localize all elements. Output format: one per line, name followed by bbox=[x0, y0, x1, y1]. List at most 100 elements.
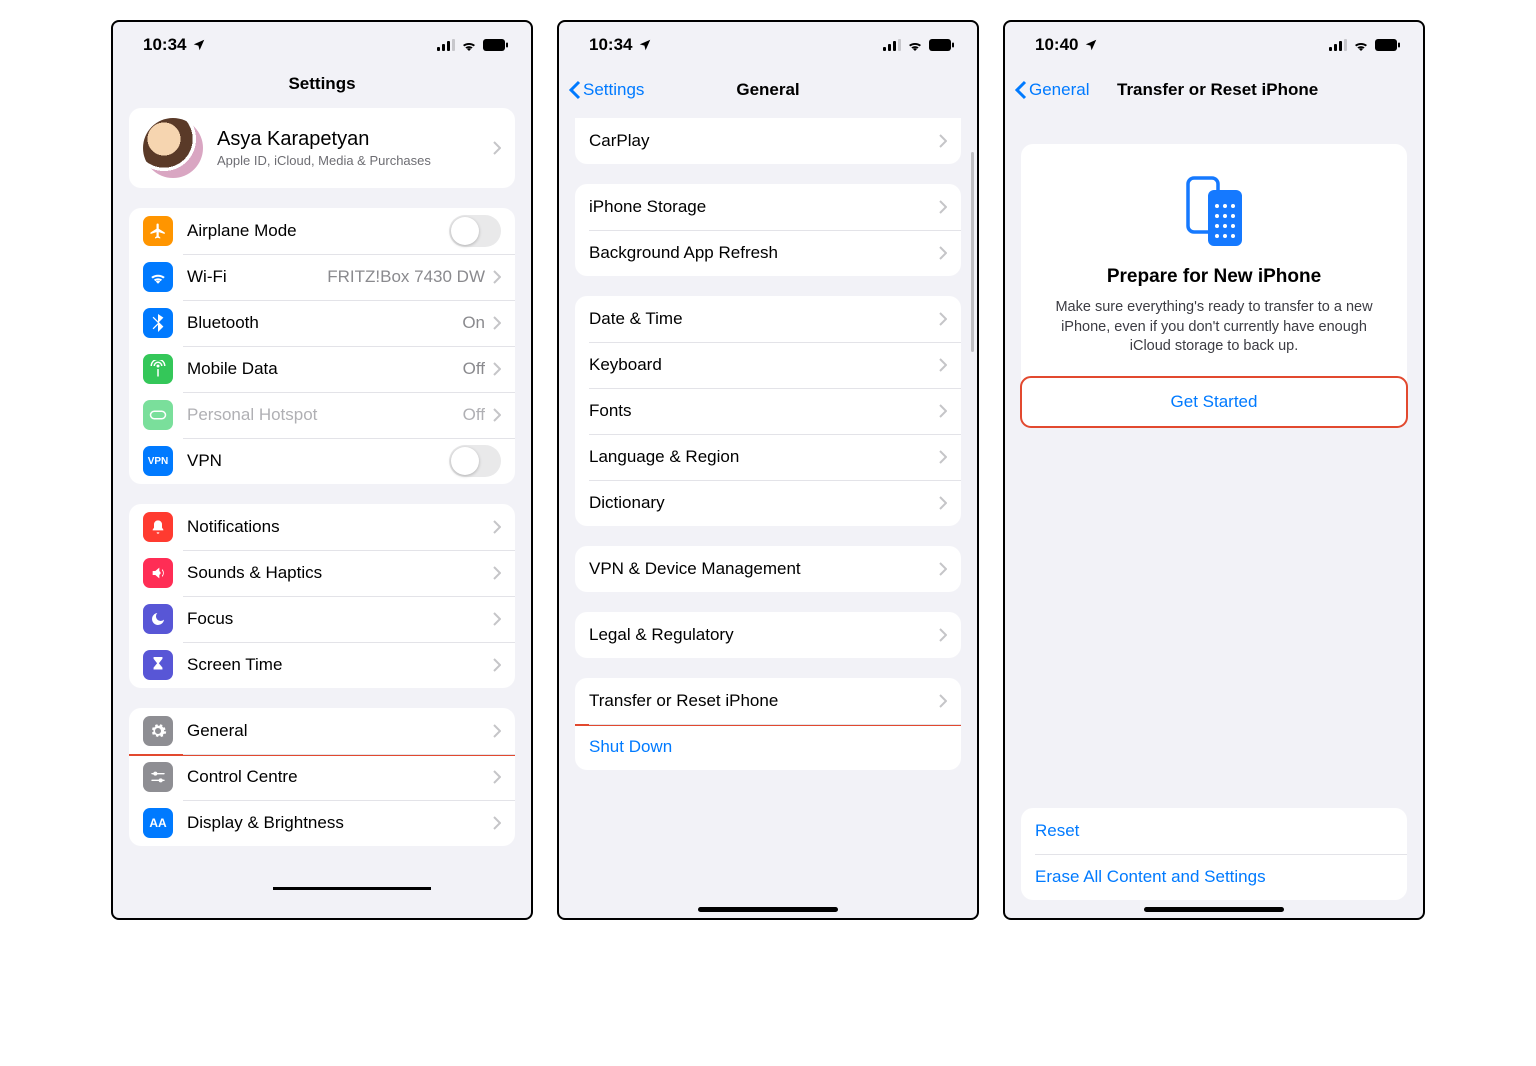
row-date-time[interactable]: Date & Time bbox=[575, 296, 961, 342]
row-screen-time[interactable]: Screen Time bbox=[129, 642, 515, 688]
wifi-icon bbox=[907, 39, 923, 51]
row-shut-down[interactable]: Shut Down bbox=[575, 724, 961, 770]
back-label: General bbox=[1029, 80, 1089, 100]
back-button[interactable]: Settings bbox=[569, 80, 644, 100]
toggle[interactable] bbox=[449, 445, 501, 477]
chevron-right-icon bbox=[939, 200, 947, 214]
row-display-brightness[interactable]: AA Display & Brightness bbox=[129, 800, 515, 846]
row-notifications[interactable]: Notifications bbox=[129, 504, 515, 550]
row-label: General bbox=[187, 721, 493, 741]
row-label: Bluetooth bbox=[187, 313, 462, 333]
group-storage: iPhone Storage Background App Refresh bbox=[575, 184, 961, 276]
chevron-left-icon bbox=[1015, 80, 1027, 100]
row-label: Keyboard bbox=[589, 355, 939, 375]
card-body: Make sure everything's ready to transfer… bbox=[1041, 298, 1387, 357]
chevron-right-icon bbox=[939, 496, 947, 510]
row-legal-regulatory[interactable]: Legal & Regulatory bbox=[575, 612, 961, 658]
chevron-right-icon bbox=[493, 316, 501, 330]
nav-bar: General Transfer or Reset iPhone bbox=[1005, 68, 1423, 112]
scrollbar[interactable] bbox=[971, 152, 974, 352]
hotspot-icon bbox=[143, 400, 173, 430]
row-label: Dictionary bbox=[589, 493, 939, 513]
avatar bbox=[143, 118, 203, 178]
row-label: Sounds & Haptics bbox=[187, 563, 493, 583]
status-time: 10:34 bbox=[143, 35, 186, 55]
row-value: FRITZ!Box 7430 DW bbox=[327, 267, 485, 287]
row-personal-hotspot[interactable]: Personal Hotspot Off bbox=[129, 392, 515, 438]
bluetooth-icon bbox=[143, 308, 173, 338]
row-mobile-data[interactable]: Mobile Data Off bbox=[129, 346, 515, 392]
vpn-icon: VPN bbox=[143, 446, 173, 476]
row-wifi[interactable]: Wi-Fi FRITZ!Box 7430 DW bbox=[129, 254, 515, 300]
row-value: Off bbox=[463, 359, 485, 379]
chevron-right-icon bbox=[939, 450, 947, 464]
row-transfer-reset[interactable]: Transfer or Reset iPhone bbox=[575, 678, 961, 724]
group-transfer-reset: Transfer or Reset iPhone Shut Down bbox=[575, 678, 961, 770]
row-label: Erase All Content and Settings bbox=[1035, 867, 1393, 887]
row-value: Off bbox=[463, 405, 485, 425]
screen-general: 10:34 Settings General CarPlay iPhone St… bbox=[557, 20, 979, 920]
row-sounds[interactable]: Sounds & Haptics bbox=[129, 550, 515, 596]
row-label: Shut Down bbox=[589, 737, 947, 757]
cellular-icon bbox=[437, 39, 455, 51]
row-language-region[interactable]: Language & Region bbox=[575, 434, 961, 480]
apple-id-row[interactable]: Asya Karapetyan Apple ID, iCloud, Media … bbox=[129, 108, 515, 188]
row-keyboard[interactable]: Keyboard bbox=[575, 342, 961, 388]
row-vpn-device-management[interactable]: VPN & Device Management bbox=[575, 546, 961, 592]
chevron-right-icon bbox=[493, 816, 501, 830]
bell-icon bbox=[143, 512, 173, 542]
home-indicator[interactable] bbox=[698, 907, 838, 912]
back-button[interactable]: General bbox=[1015, 80, 1089, 100]
page-title: General bbox=[736, 80, 799, 100]
settings-group-connectivity: Airplane Mode Wi-Fi FRITZ!Box 7430 DW Bl… bbox=[129, 208, 515, 484]
status-bar: 10:34 bbox=[559, 22, 977, 68]
group-legal: Legal & Regulatory bbox=[575, 612, 961, 658]
airplane-icon bbox=[143, 216, 173, 246]
chevron-right-icon bbox=[939, 312, 947, 326]
location-icon bbox=[638, 38, 652, 52]
row-background-refresh[interactable]: Background App Refresh bbox=[575, 230, 961, 276]
row-label: Display & Brightness bbox=[187, 813, 493, 833]
card-heading: Prepare for New iPhone bbox=[1041, 266, 1387, 288]
chevron-right-icon bbox=[939, 694, 947, 708]
row-carplay[interactable]: CarPlay bbox=[575, 118, 961, 164]
row-label: Notifications bbox=[187, 517, 493, 537]
row-label: Focus bbox=[187, 609, 493, 629]
nav-bar: Settings General bbox=[559, 68, 977, 112]
screen-transfer-reset: 10:40 General Transfer or Reset iPhone bbox=[1003, 20, 1425, 920]
chevron-right-icon bbox=[493, 612, 501, 626]
row-value: On bbox=[462, 313, 485, 333]
profile-name: Asya Karapetyan bbox=[217, 128, 479, 151]
group-vpn: VPN & Device Management bbox=[575, 546, 961, 592]
chevron-right-icon bbox=[493, 566, 501, 580]
profile-sub: Apple ID, iCloud, Media & Purchases bbox=[217, 153, 479, 168]
row-vpn[interactable]: VPN VPN bbox=[129, 438, 515, 484]
chevron-right-icon bbox=[939, 246, 947, 260]
settings-group-notifications: Notifications Sounds & Haptics Focus Scr… bbox=[129, 504, 515, 688]
cellular-icon bbox=[1329, 39, 1347, 51]
home-indicator[interactable] bbox=[1144, 907, 1284, 912]
row-label: CarPlay bbox=[589, 131, 939, 151]
row-iphone-storage[interactable]: iPhone Storage bbox=[575, 184, 961, 230]
gear-icon bbox=[143, 716, 173, 746]
row-label: VPN & Device Management bbox=[589, 559, 939, 579]
row-general[interactable]: General bbox=[129, 708, 515, 754]
row-fonts[interactable]: Fonts bbox=[575, 388, 961, 434]
sliders-icon bbox=[143, 762, 173, 792]
cta-label: Get Started bbox=[1171, 392, 1258, 412]
row-reset[interactable]: Reset bbox=[1021, 808, 1407, 854]
get-started-button[interactable]: Get Started bbox=[1021, 377, 1407, 427]
status-time: 10:34 bbox=[589, 35, 632, 55]
row-focus[interactable]: Focus bbox=[129, 596, 515, 642]
bottom-actions: Reset Erase All Content and Settings bbox=[1021, 808, 1407, 900]
row-label: Language & Region bbox=[589, 447, 939, 467]
row-erase-all[interactable]: Erase All Content and Settings bbox=[1021, 854, 1407, 900]
row-dictionary[interactable]: Dictionary bbox=[575, 480, 961, 526]
row-airplane-mode[interactable]: Airplane Mode bbox=[129, 208, 515, 254]
cellular-icon bbox=[883, 39, 901, 51]
toggle[interactable] bbox=[449, 215, 501, 247]
location-icon bbox=[192, 38, 206, 52]
battery-icon bbox=[1375, 39, 1401, 51]
row-control-centre[interactable]: Control Centre bbox=[129, 754, 515, 800]
row-bluetooth[interactable]: Bluetooth On bbox=[129, 300, 515, 346]
